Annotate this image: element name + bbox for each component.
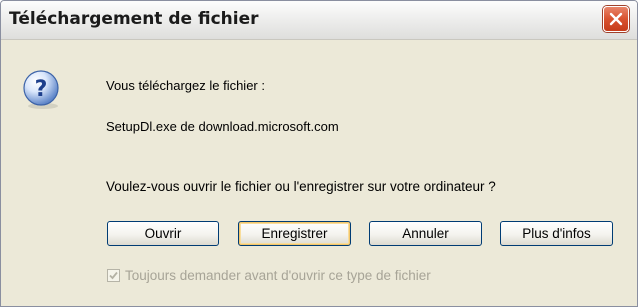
more-info-button[interactable]: Plus d'infos <box>500 221 613 246</box>
title-bar[interactable]: Téléchargement de fichier <box>1 1 637 40</box>
save-button[interactable]: Enregistrer <box>238 221 351 246</box>
download-dialog-window: Téléchargement de fichier ? Vous télécha… <box>0 0 638 307</box>
file-source-text: SetupDl.exe de download.microsoft.com <box>106 119 339 134</box>
always-ask-checkbox <box>107 269 120 282</box>
close-icon <box>609 12 623 26</box>
window-title: Téléchargement de fichier <box>9 9 259 29</box>
dialog-line-1: Vous téléchargez le fichier : <box>106 78 265 93</box>
close-button[interactable] <box>603 6 629 32</box>
open-button[interactable]: Ouvrir <box>107 221 219 246</box>
always-ask-label: Toujours demander avant d'ouvrir ce type… <box>125 268 431 283</box>
svg-text:?: ? <box>35 77 48 102</box>
checkmark-icon <box>109 271 118 280</box>
dialog-body: ? Vous téléchargez le fichier : SetupDl.… <box>1 40 637 306</box>
dialog-question: Voulez-vous ouvrir le fichier ou l'enreg… <box>106 179 496 194</box>
question-icon: ? <box>23 70 59 109</box>
cancel-button[interactable]: Annuler <box>369 221 482 246</box>
